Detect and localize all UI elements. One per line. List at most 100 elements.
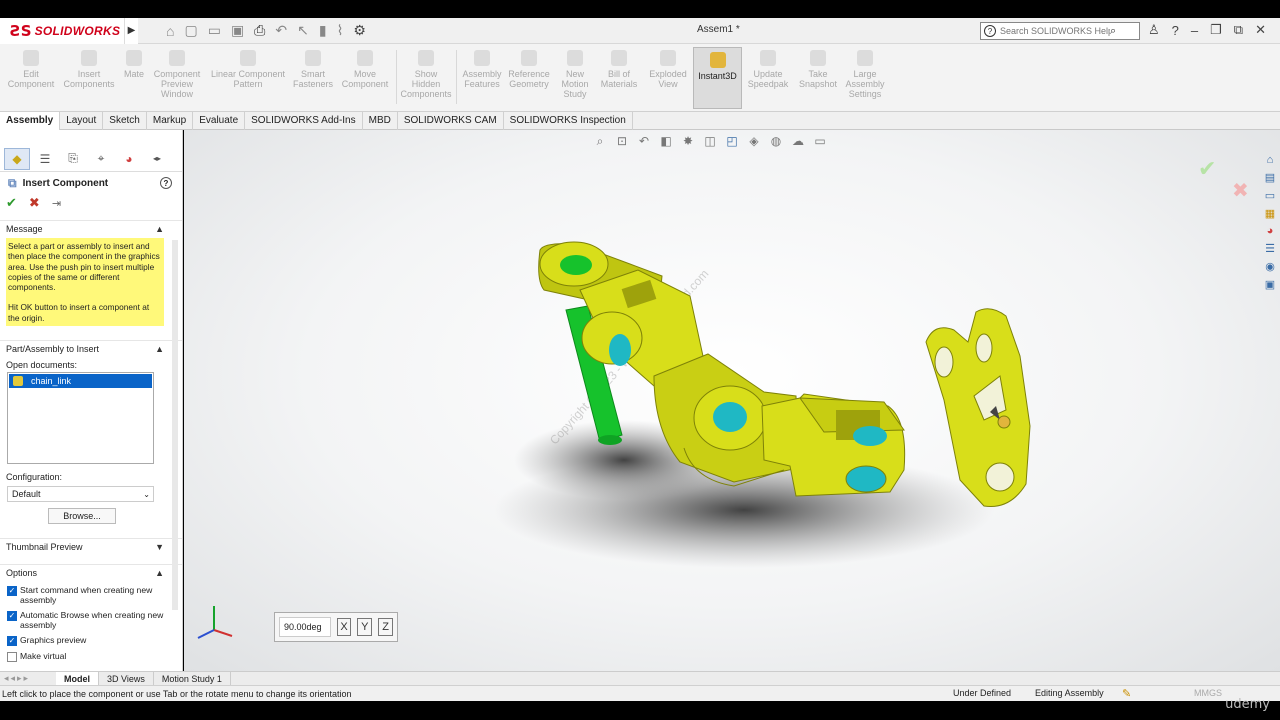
pm-title: Insert Component bbox=[22, 177, 109, 189]
checkbox-checked[interactable]: ✓ bbox=[7, 586, 17, 597]
save-icon[interactable]: ▣ bbox=[231, 22, 244, 39]
angle-input[interactable]: 90.00deg bbox=[279, 617, 331, 637]
checkbox-unchecked[interactable] bbox=[7, 652, 17, 663]
cancel-x-icon[interactable]: ✖ bbox=[29, 195, 40, 211]
tab-model[interactable]: Model bbox=[56, 671, 99, 686]
take-snapshot-button[interactable]: Take Snapshot bbox=[796, 50, 840, 89]
configuration-select[interactable]: Default ⌄ bbox=[7, 486, 154, 503]
property-manager-icon[interactable]: ☰ bbox=[32, 148, 58, 170]
ds-logo-icon: ƧS bbox=[10, 21, 32, 40]
rebuild-status-icon[interactable]: ✎ bbox=[1122, 687, 1131, 700]
open-documents-list[interactable]: chain_link bbox=[7, 372, 154, 465]
tab-assembly[interactable]: Assembly bbox=[0, 112, 61, 130]
linear-pattern-button[interactable]: Linear Component Pattern bbox=[208, 50, 288, 89]
tab-scroll-arrows-icon[interactable]: ◂◂▸▸ bbox=[0, 673, 56, 684]
options-gear-icon[interactable]: ⚙ bbox=[353, 22, 366, 39]
tab-markup[interactable]: Markup bbox=[147, 112, 194, 130]
snapshot-icon bbox=[810, 50, 826, 66]
help-search-input[interactable] bbox=[1000, 26, 1110, 36]
tab-mbd[interactable]: MBD bbox=[363, 112, 398, 130]
move-component-button[interactable]: Move Component bbox=[338, 50, 392, 89]
menu-expand-arrow-icon[interactable]: ▶ bbox=[124, 17, 138, 44]
tab-motion-study[interactable]: Motion Study 1 bbox=[154, 671, 231, 686]
feature-manager-icon[interactable]: ◆ bbox=[4, 147, 30, 170]
options-group-header[interactable]: Options ▲ bbox=[0, 564, 182, 580]
message-group-header[interactable]: Message ▲ bbox=[0, 220, 182, 236]
rotate-y-button[interactable]: Y bbox=[357, 618, 373, 636]
rotate-x-button[interactable]: X bbox=[336, 618, 352, 636]
collapse-chevron-icon[interactable]: ▲ bbox=[155, 344, 164, 354]
option-graphics-preview[interactable]: ✓ Graphics preview bbox=[0, 635, 182, 647]
option-make-virtual[interactable]: Make virtual bbox=[0, 651, 182, 663]
minimize-icon[interactable]: – bbox=[1191, 23, 1198, 38]
pm-help-icon[interactable]: ? bbox=[160, 177, 172, 189]
option-auto-browse[interactable]: ✓ Automatic Browse when creating new asse… bbox=[0, 610, 182, 630]
show-hidden-components-button[interactable]: Show Hidden Components bbox=[400, 50, 452, 99]
home-icon[interactable]: ⌂ bbox=[166, 23, 174, 39]
part-icon bbox=[13, 376, 23, 387]
panel-scrollbar[interactable] bbox=[172, 240, 178, 610]
rotate-z-button[interactable]: Z bbox=[378, 618, 393, 636]
tab-3d-views[interactable]: 3D Views bbox=[99, 671, 154, 686]
dimxpert-icon[interactable]: ⌖ bbox=[88, 148, 114, 170]
rebuild-icon[interactable]: ▮ bbox=[319, 22, 327, 39]
part-assembly-group-header[interactable]: Part/Assembly to Insert ▲ bbox=[0, 340, 182, 356]
checkbox-checked[interactable]: ✓ bbox=[7, 636, 17, 647]
tab-layout[interactable]: Layout bbox=[60, 112, 104, 130]
option-start-command[interactable]: ✓ Start command when creating new assembl… bbox=[0, 585, 182, 605]
tab-evaluate[interactable]: Evaluate bbox=[193, 112, 246, 130]
ok-check-icon[interactable]: ✔ bbox=[6, 195, 17, 211]
display-manager-icon[interactable]: ◕ bbox=[116, 148, 142, 170]
manager-tabs: ◆ ☰ ⎘ ⌖ ◕ ◂▸ bbox=[0, 146, 182, 172]
bill-of-materials-button[interactable]: Bill of Materials bbox=[598, 50, 640, 89]
open-icon[interactable]: ▭ bbox=[208, 22, 221, 39]
user-icon[interactable]: ♙ bbox=[1148, 22, 1160, 38]
help-icon[interactable]: ? bbox=[1172, 23, 1179, 38]
insert-components-button[interactable]: Insert Components bbox=[62, 50, 116, 89]
reference-geometry-button[interactable]: Reference Geometry bbox=[506, 50, 552, 89]
restore-icon[interactable]: ❐ bbox=[1210, 22, 1222, 38]
status-units[interactable]: MMGS bbox=[1194, 688, 1222, 698]
list-item[interactable]: chain_link bbox=[9, 374, 152, 389]
configuration-label: Configuration: bbox=[6, 472, 63, 483]
exploded-view-button[interactable]: Exploded View bbox=[646, 50, 690, 89]
tab-cam[interactable]: SOLIDWORKS CAM bbox=[398, 112, 504, 130]
chain-link-1[interactable] bbox=[538, 241, 707, 387]
close-icon[interactable]: ✕ bbox=[1255, 22, 1266, 38]
large-assembly-settings-button[interactable]: Large Assembly Settings bbox=[842, 50, 888, 99]
tab-inspection[interactable]: SOLIDWORKS Inspection bbox=[504, 112, 633, 130]
command-tabs: Assembly Layout Sketch Markup Evaluate S… bbox=[0, 112, 1280, 130]
expand-chevron-icon[interactable]: ▼ bbox=[155, 542, 164, 552]
push-pin-icon[interactable]: ⇥ bbox=[52, 197, 61, 210]
new-motion-study-button[interactable]: New Motion Study bbox=[556, 50, 594, 99]
tab-addins[interactable]: SOLIDWORKS Add-Ins bbox=[245, 112, 363, 130]
smart-fasteners-button[interactable]: Smart Fasteners bbox=[290, 50, 336, 89]
instant3d-button[interactable]: Instant3D bbox=[693, 47, 742, 109]
graphics-area[interactable]: ⌕ ⊡ ↶ ◧ ✸ ◫ ◰ ◈ ◍ ☁ ▭ ✔ ✖ ⌂ ▤ ▭ ▦ ◕ ☰ ◉ … bbox=[184, 130, 1280, 671]
component-preview-button[interactable]: Component Preview Window bbox=[150, 50, 204, 99]
panel-scroll-arrows-icon[interactable]: ◂▸ bbox=[144, 148, 170, 170]
search-icon[interactable]: ⌕ bbox=[1110, 25, 1116, 38]
tab-sketch[interactable]: Sketch bbox=[103, 112, 147, 130]
app-name: SOLIDWORKS bbox=[34, 23, 121, 38]
command-manager: Edit Component Insert Components Mate Co… bbox=[0, 44, 1280, 112]
collapse-chevron-icon[interactable]: ▲ bbox=[155, 224, 164, 234]
new-document-icon[interactable]: ▢ bbox=[184, 22, 197, 39]
help-search-box[interactable]: ? ⌕ bbox=[980, 22, 1140, 40]
app-logo[interactable]: ƧS SOLIDWORKS bbox=[0, 17, 124, 44]
attach-icon[interactable]: ⌇ bbox=[337, 22, 344, 39]
collapse-chevron-icon[interactable]: ▲ bbox=[155, 568, 164, 578]
mate-button[interactable]: Mate bbox=[120, 50, 148, 79]
assembly-features-button[interactable]: Assembly Features bbox=[460, 50, 504, 89]
thumbnail-preview-header[interactable]: Thumbnail Preview ▼ bbox=[0, 538, 182, 554]
configuration-manager-icon[interactable]: ⎘ bbox=[60, 148, 86, 170]
large-assembly-icon bbox=[857, 50, 873, 66]
select-icon[interactable]: ↖ bbox=[297, 22, 309, 39]
undo-icon[interactable]: ↶ bbox=[275, 22, 287, 39]
edit-component-button[interactable]: Edit Component bbox=[6, 50, 56, 89]
print-icon[interactable]: ⎙ bbox=[254, 22, 265, 39]
checkbox-checked[interactable]: ✓ bbox=[7, 611, 17, 622]
browse-button[interactable]: Browse... bbox=[48, 508, 116, 525]
update-speedpak-button[interactable]: Update Speedpak bbox=[746, 50, 790, 89]
tile-icon[interactable]: ⧉ bbox=[1234, 22, 1243, 38]
